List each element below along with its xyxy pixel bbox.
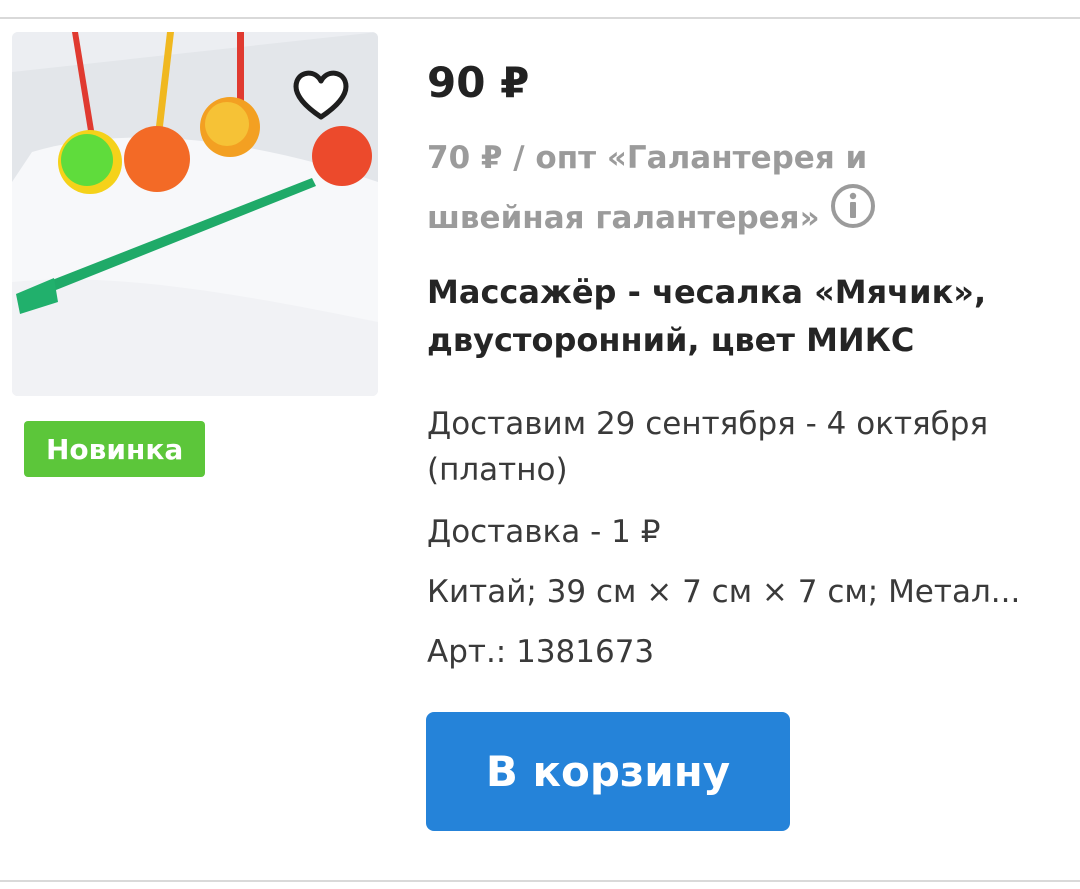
product-title[interactable]: Массажёр - чесалка «Мячик», двусторонний… [427,268,1047,364]
wholesale-text: 70 ₽ / опт «Галантерея и швейная галанте… [427,140,868,236]
top-divider [0,17,1080,19]
article-number: Арт.: 1381673 [427,634,655,670]
heart-outline-icon [293,70,349,120]
bottom-divider [0,880,1080,882]
shipping-cost: Доставка - 1 ₽ [427,514,661,550]
price: 90 ₽ [427,58,530,107]
favorite-button[interactable] [289,63,353,127]
product-specs: Китай; 39 см × 7 см × 7 см; Метал... [427,574,1021,610]
add-to-cart-button[interactable]: В корзину [426,712,790,831]
info-icon[interactable] [830,183,876,249]
new-badge: Новинка [24,421,206,477]
wholesale-price: 70 ₽ / опт «Галантерея и швейная галанте… [427,128,987,249]
delivery-dates: Доставим 29 сентября - 4 октября (платно… [427,406,989,488]
